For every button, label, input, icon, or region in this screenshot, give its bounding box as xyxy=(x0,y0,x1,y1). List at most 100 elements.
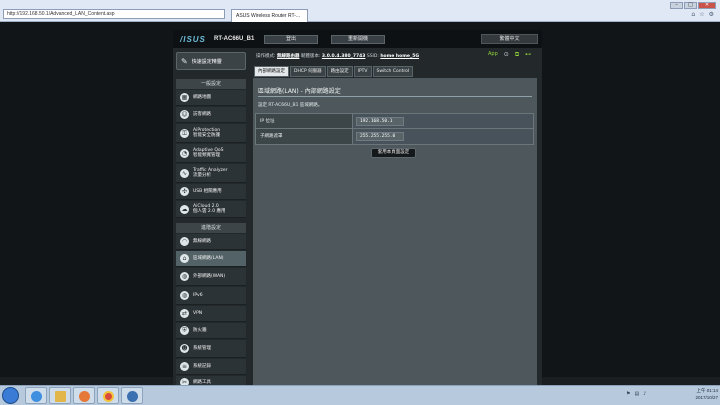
network-status-icon[interactable]: ⊷ xyxy=(525,51,531,59)
sidebar-item-network-map[interactable]: ▦ 網路地圖 xyxy=(176,90,246,106)
apply-button[interactable]: 套用本頁面設定 xyxy=(371,148,416,158)
sidebar-item-label: 訪客網路 xyxy=(193,112,211,117)
sidebar-item-label: 區域網路(LAN) xyxy=(193,256,224,261)
sidebar-item-vpn[interactable]: ⇄ VPN xyxy=(176,306,246,322)
tab-lan-ip[interactable]: 內部網路設定 xyxy=(254,66,289,77)
sidebar-item-label: AiCloud 2.0 個人雲 2.0 應用 xyxy=(193,204,226,214)
aicloud-icon: ☁ xyxy=(180,204,189,214)
firewall-icon: ⛨ xyxy=(180,326,189,335)
ip-address-label: IP 位址 xyxy=(256,114,353,128)
lan-icon: ⌂ xyxy=(180,254,189,263)
sidebar-item-guest-network[interactable]: ☺ 訪客網路 xyxy=(176,107,246,123)
clock-time: 上午 01:14 xyxy=(696,388,718,393)
gear-icon[interactable]: ⚙ xyxy=(709,11,714,18)
reboot-button[interactable]: 重新開機 xyxy=(331,35,385,44)
wan-icon: ◍ xyxy=(180,272,189,281)
mode-link[interactable]: 無線路由器 xyxy=(277,54,300,59)
quick-setup-button[interactable]: ✎ 快速設定精靈 xyxy=(176,52,246,70)
usb-status-icon[interactable]: ⧉ xyxy=(515,51,519,59)
media-icon xyxy=(79,391,90,402)
sidebar-item-wan[interactable]: ◍ 外部網路(WAN) xyxy=(176,268,246,286)
app-taskbar-button[interactable] xyxy=(121,387,143,404)
sidebar-item-usb[interactable]: ✣ USB 相關應用 xyxy=(176,184,246,200)
tab-iptv[interactable]: IPTV xyxy=(353,66,372,77)
ipv6-icon: ◍ xyxy=(180,291,189,300)
tab-bar: 內部網路設定 DHCP 伺服器 路由設定 IPTV Switch Control xyxy=(254,66,414,77)
sidebar-item-firewall[interactable]: ⛨ 防火牆 xyxy=(176,323,246,339)
qos-icon: ◔ xyxy=(180,148,189,158)
general-section-title: 一般設定 xyxy=(176,79,246,89)
address-bar[interactable]: http://192.168.50.1/Advanced_LAN_Content… xyxy=(3,9,225,19)
clock-date: 2017/10/27 xyxy=(695,395,718,400)
window-controls: – □ ✕ xyxy=(670,2,716,9)
sidebar-item-lan[interactable]: ⌂ 區域網路(LAN) xyxy=(176,251,246,267)
tab-switch-control[interactable]: Switch Control xyxy=(372,66,414,77)
tab-route[interactable]: 路由設定 xyxy=(326,66,353,77)
sidebar-item-administration[interactable]: ☻ 系統管理 xyxy=(176,340,246,358)
sidebar-item-label: IPv6 xyxy=(193,293,203,298)
sidebar-item-label: USB 相關應用 xyxy=(193,189,222,194)
start-orb-icon[interactable] xyxy=(2,387,19,404)
fw-link[interactable]: 3.0.0.4.380_7743 xyxy=(322,54,366,59)
title-divider xyxy=(258,96,532,97)
sidebar-item-label: 網路地圖 xyxy=(193,95,211,100)
asus-logo: /ISUS xyxy=(180,35,206,44)
sidebar-item-label: 無線網路 xyxy=(193,239,211,244)
ie-taskbar-button[interactable] xyxy=(25,387,47,404)
sidebar-item-adaptive-qos[interactable]: ◔ Adaptive QoS 智能頻寬管理 xyxy=(176,144,246,163)
sidebar-item-traffic-analyzer[interactable]: ∿ Traffic Analyzer 流量分析 xyxy=(176,164,246,183)
status-line: 操作模式: 無線路由器 韌體版本: 3.0.0.4.380_7743 SSID:… xyxy=(256,53,496,60)
media-taskbar-button[interactable] xyxy=(73,387,95,404)
guest-network-icon: ☺ xyxy=(180,110,189,119)
chrome-taskbar-button[interactable] xyxy=(97,387,119,404)
model-name: RT-AC66U_B1 xyxy=(214,36,255,42)
sidebar-item-wireless[interactable]: ◠ 無線網路 xyxy=(176,234,246,250)
language-select[interactable]: 繁體中文 xyxy=(481,34,538,44)
ssid-label: SSID: xyxy=(366,54,379,59)
star-icon[interactable]: ☆ xyxy=(699,11,704,18)
ssid-link[interactable]: home home_5G xyxy=(380,54,419,59)
logout-button[interactable]: 登出 xyxy=(264,35,318,44)
explorer-taskbar-button[interactable] xyxy=(49,387,71,404)
sidebar-item-aiprotection[interactable]: ⚿ AiProtection 智能安全防護 xyxy=(176,124,246,143)
sidebar-item-system-log[interactable]: ≡ 系統記錄 xyxy=(176,359,246,375)
quick-setup-label: 快速設定精靈 xyxy=(191,58,222,65)
close-button[interactable]: ✕ xyxy=(698,2,716,9)
sidebar-item-label: 系統管理 xyxy=(193,346,211,351)
volume-icon[interactable]: ♪ xyxy=(643,391,646,397)
sidebar-item-aicloud[interactable]: ☁ AiCloud 2.0 個人雲 2.0 應用 xyxy=(176,201,246,218)
clock[interactable]: 上午 01:14 2017/10/27 xyxy=(695,387,718,401)
browser-tab[interactable]: ASUS Wireless Router RT-... xyxy=(231,9,308,22)
app-icon xyxy=(127,391,138,402)
mode-label: 操作模式: xyxy=(256,54,276,59)
sidebar-item-label: Adaptive QoS 智能頻寬管理 xyxy=(193,148,224,158)
home-icon[interactable]: ⌂ xyxy=(691,11,695,18)
wifi-icon[interactable]: ⊙ xyxy=(504,51,509,59)
status-icons: App ⊙ ⧉ ⊷ xyxy=(488,51,531,59)
table-row: IP 位址 192.168.50.1 xyxy=(256,114,533,129)
usb-icon: ✣ xyxy=(180,187,189,196)
table-row: 子網路遮罩 255.255.255.0 xyxy=(256,129,533,144)
subnet-mask-field[interactable]: 255.255.255.0 xyxy=(356,132,404,141)
flag-icon[interactable]: ⚑ xyxy=(626,391,630,397)
network-tray-icon[interactable]: ▤ xyxy=(634,391,639,397)
tab-dhcp[interactable]: DHCP 伺服器 xyxy=(290,66,326,77)
minimize-button[interactable]: – xyxy=(670,2,683,9)
app-label[interactable]: App xyxy=(488,51,498,59)
page-description: 設定 RT-AC66U_B1 區域網路。 xyxy=(258,103,323,108)
system-log-icon: ≡ xyxy=(180,362,189,371)
sidebar-item-label: VPN xyxy=(193,311,203,316)
explorer-icon xyxy=(55,391,66,402)
page-title: 區域網路(LAN) - 內部網路設定 xyxy=(258,88,341,95)
traffic-analyzer-icon: ∿ xyxy=(180,168,189,178)
aiprotection-icon: ⚿ xyxy=(180,128,189,138)
sidebar-item-label: 防火牆 xyxy=(193,328,207,333)
maximize-button[interactable]: □ xyxy=(684,2,697,9)
ip-address-field[interactable]: 192.168.50.1 xyxy=(356,116,404,126)
network-map-icon: ▦ xyxy=(180,93,189,102)
sidebar-item-ipv6[interactable]: ◍ IPv6 xyxy=(176,287,246,305)
subnet-mask-label: 子網路遮罩 xyxy=(256,129,353,144)
wireless-icon: ◠ xyxy=(180,237,189,246)
ie-icon xyxy=(31,391,42,402)
advanced-section-title: 進階設定 xyxy=(176,223,246,233)
